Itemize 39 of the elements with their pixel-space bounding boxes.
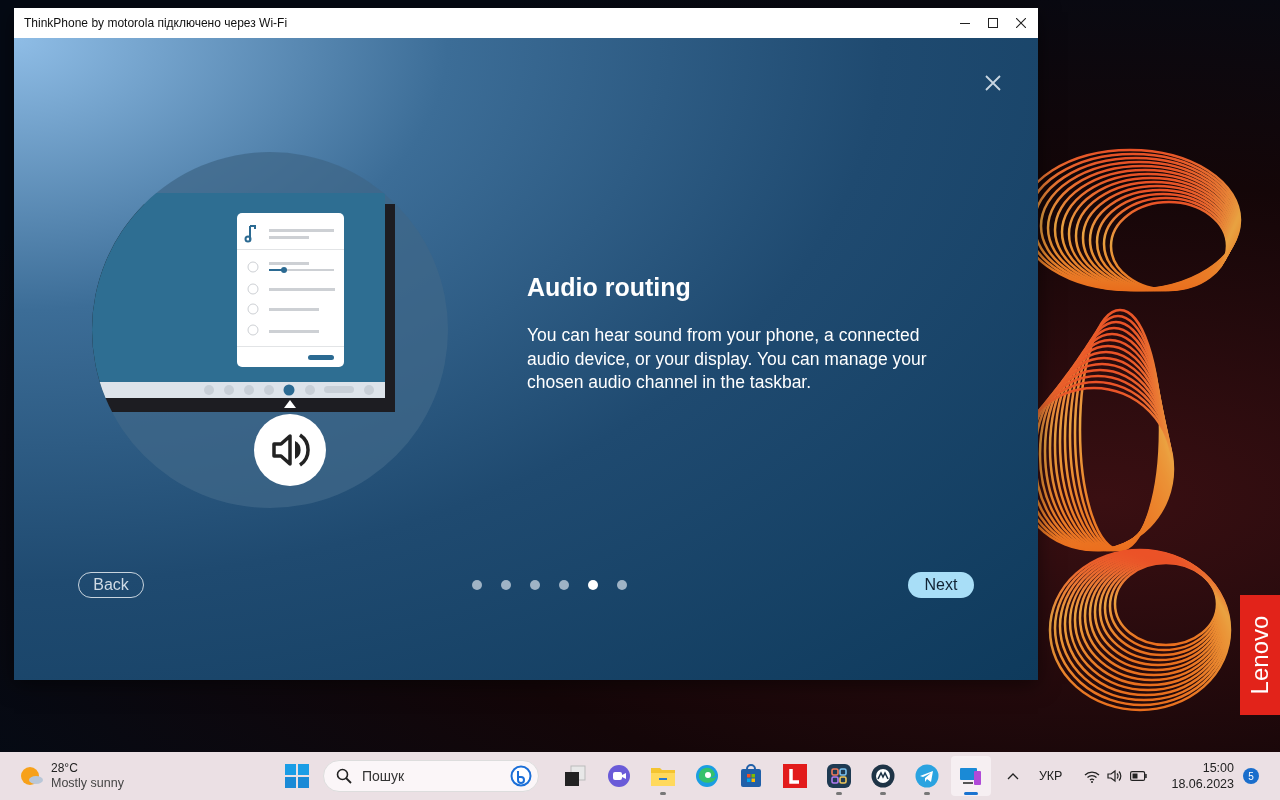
window-title: ThinkPhone by motorola підключено через Wi-Fi xyxy=(24,16,288,30)
page-indicator-dot[interactable] xyxy=(558,580,569,590)
weather-condition[interactable]: Mostly sunny xyxy=(51,776,124,791)
paper-plane-icon xyxy=(915,764,939,788)
chat-bubble-b-icon[interactable] xyxy=(510,765,532,787)
search-input[interactable]: Пошук xyxy=(360,767,502,785)
windows-start-icon[interactable] xyxy=(285,764,309,788)
circle-logo-icon xyxy=(871,764,895,788)
page-indicator-dot[interactable] xyxy=(471,580,482,590)
monitor-phone-icon xyxy=(959,765,983,787)
stacked-windows-icon xyxy=(563,764,587,788)
next-button[interactable]: Next xyxy=(908,572,974,598)
minimize-icon[interactable] xyxy=(960,22,970,24)
browser-wave-icon xyxy=(695,764,719,788)
weather-temperature[interactable]: 28°C xyxy=(51,761,124,776)
letter-tile-icon xyxy=(783,764,807,788)
app-grid-icon xyxy=(827,764,851,788)
dialog-description: You can hear sound from your phone, a connected audio device, or your display. You can manage your chosen audio channel in the taskbar. xyxy=(527,324,927,395)
dialog-heading: Audio routing xyxy=(527,273,692,303)
search-icon xyxy=(336,768,352,784)
speaker-icon[interactable] xyxy=(1107,769,1124,783)
notification-badge[interactable]: 5 xyxy=(1243,768,1259,784)
battery-icon[interactable] xyxy=(1130,771,1148,781)
page-indicator-dot[interactable] xyxy=(500,580,511,590)
brand-text: Lenovo xyxy=(1246,615,1274,695)
page-indicator-dot[interactable] xyxy=(587,580,598,590)
close-icon[interactable] xyxy=(1016,18,1026,28)
search-bar[interactable]: Пошук xyxy=(323,760,539,792)
clock-date[interactable]: 18.06.2023 xyxy=(1171,776,1234,792)
folder-icon xyxy=(650,765,676,787)
keyboard-language[interactable]: УКР xyxy=(1038,769,1063,783)
page-indicator-dot[interactable] xyxy=(616,580,627,590)
wifi-icon[interactable] xyxy=(1084,769,1101,783)
chevron-up-icon[interactable] xyxy=(1006,772,1019,780)
store-bag-icon xyxy=(739,764,763,788)
maximize-icon[interactable] xyxy=(988,18,998,28)
page-indicator-dot[interactable] xyxy=(529,580,540,590)
video-chat-icon xyxy=(607,764,631,788)
clock-time[interactable]: 15:00 xyxy=(1202,760,1234,776)
